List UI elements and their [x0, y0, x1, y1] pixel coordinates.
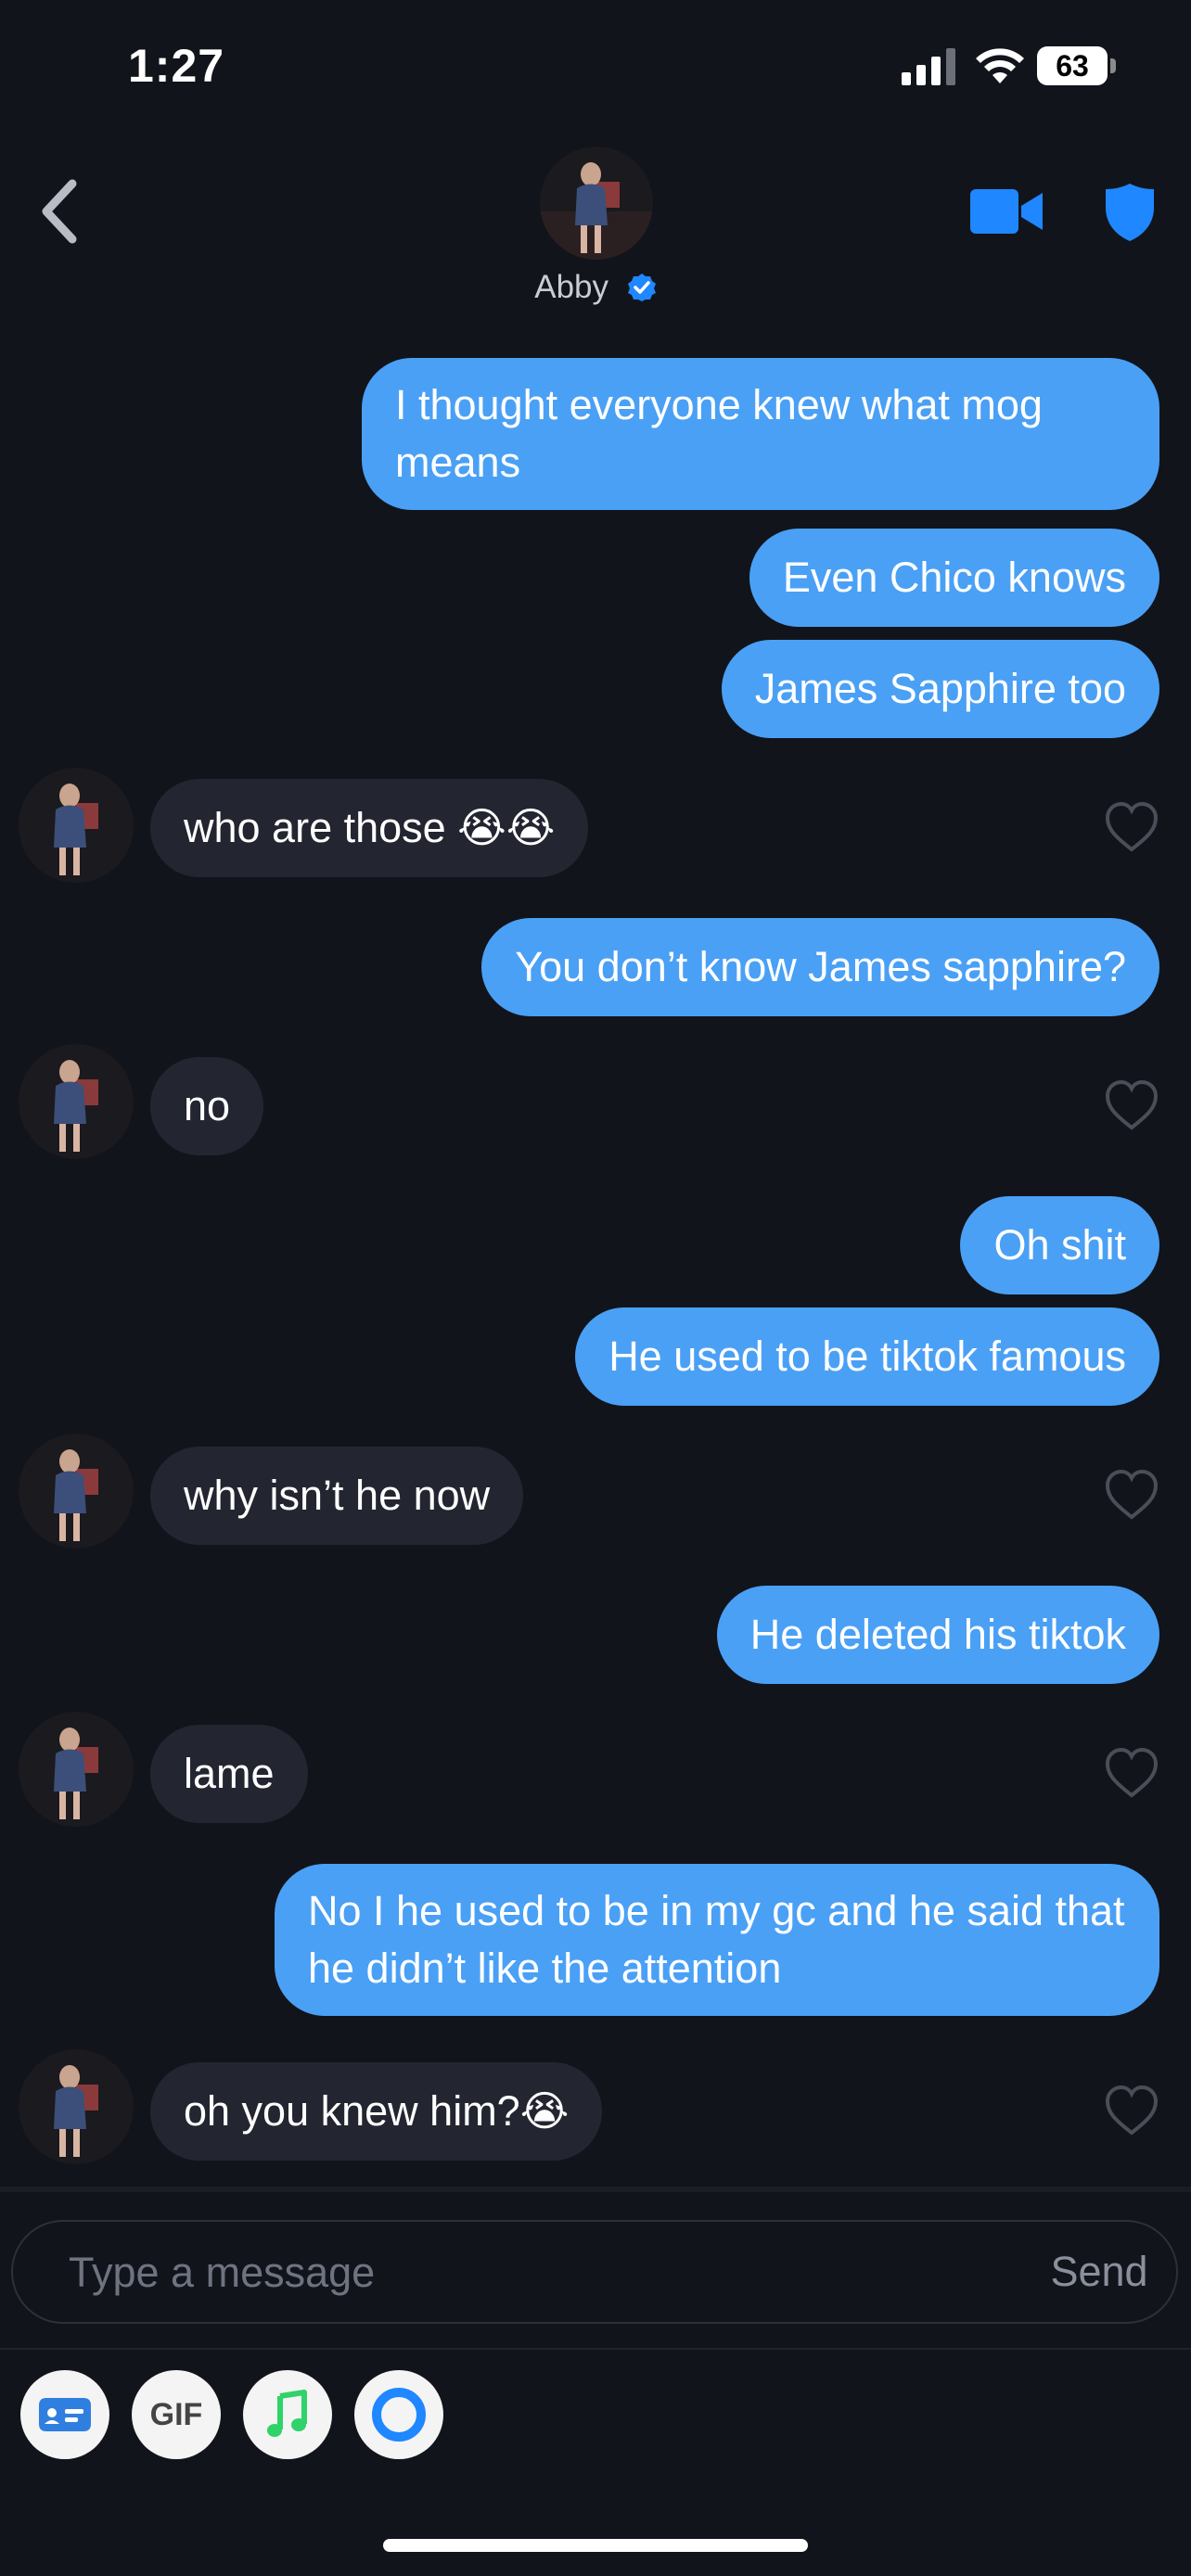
ring-button[interactable] [354, 2370, 443, 2459]
avatar-photo [19, 768, 134, 883]
back-chevron-icon[interactable] [35, 176, 87, 247]
ring-icon [372, 2388, 426, 2442]
music-button[interactable] [243, 2370, 332, 2459]
sent-message-bubble[interactable]: Oh shit [960, 1196, 1159, 1294]
composer-divider [0, 2187, 1191, 2192]
sent-message-bubble[interactable]: Even Chico knows [749, 529, 1159, 627]
toolbar-divider [0, 2348, 1191, 2350]
contact-avatar-small[interactable] [19, 1434, 134, 1549]
avatar-photo [19, 1044, 134, 1159]
sent-message-bubble[interactable]: He deleted his tiktok [716, 1586, 1159, 1684]
battery-percent: 63 [1056, 49, 1089, 83]
contact-avatar-small[interactable] [19, 768, 134, 883]
like-heart-icon[interactable] [1104, 2085, 1159, 2136]
verified-badge-icon [627, 273, 656, 301]
send-button[interactable]: Send [1030, 2222, 1169, 2322]
sticker-card-button[interactable] [20, 2370, 109, 2459]
contact-avatar-small[interactable] [19, 1712, 134, 1827]
received-message-bubble[interactable]: who are those 😭😭 [150, 779, 589, 877]
avatar-photo [19, 1712, 134, 1827]
contact-name[interactable]: Abby [0, 267, 1191, 306]
video-call-icon[interactable] [970, 185, 1044, 237]
like-heart-icon[interactable] [1104, 1747, 1159, 1799]
contact-avatar[interactable] [540, 147, 653, 260]
battery-indicator: 63 [1037, 46, 1116, 85]
received-message-bubble[interactable]: lame [150, 1725, 308, 1823]
message-composer: Send [11, 2220, 1178, 2324]
avatar-photo [540, 147, 653, 260]
sent-message-bubble[interactable]: I thought everyone knew what mog means [362, 358, 1159, 510]
sticker-card-icon [39, 2398, 91, 2431]
sent-message-bubble[interactable]: No I he used to be in my gc and he said … [275, 1864, 1159, 2016]
battery-nub [1110, 58, 1116, 73]
message-input[interactable] [67, 2222, 905, 2324]
gif-icon: GIF [149, 2397, 203, 2432]
sent-message-bubble[interactable]: James Sapphire too [721, 640, 1159, 738]
status-bar: 1:27 63 [0, 0, 1191, 139]
avatar-photo [19, 2049, 134, 2164]
received-message-bubble[interactable]: why isn’t he now [150, 1447, 524, 1545]
safety-shield-icon[interactable] [1104, 182, 1156, 243]
cellular-signal-icon [902, 48, 955, 85]
contact-avatar-small[interactable] [19, 1044, 134, 1159]
gif-button[interactable]: GIF [132, 2370, 221, 2459]
sent-message-bubble[interactable]: You don’t know James sapphire? [481, 918, 1159, 1016]
contact-name-label: Abby [534, 268, 609, 305]
received-message-bubble[interactable]: oh you knew him?😭 [150, 2062, 603, 2161]
wifi-icon [976, 48, 1024, 83]
sent-message-bubble[interactable]: He used to be tiktok famous [575, 1307, 1159, 1406]
avatar-photo [19, 1434, 134, 1549]
like-heart-icon[interactable] [1104, 1079, 1159, 1131]
home-indicator[interactable] [383, 2539, 808, 2552]
like-heart-icon[interactable] [1104, 1469, 1159, 1521]
status-time: 1:27 [128, 40, 225, 92]
contact-avatar-small[interactable] [19, 2049, 134, 2164]
like-heart-icon[interactable] [1104, 801, 1159, 853]
received-message-bubble[interactable]: no [150, 1057, 264, 1155]
music-icon [267, 2390, 307, 2437]
